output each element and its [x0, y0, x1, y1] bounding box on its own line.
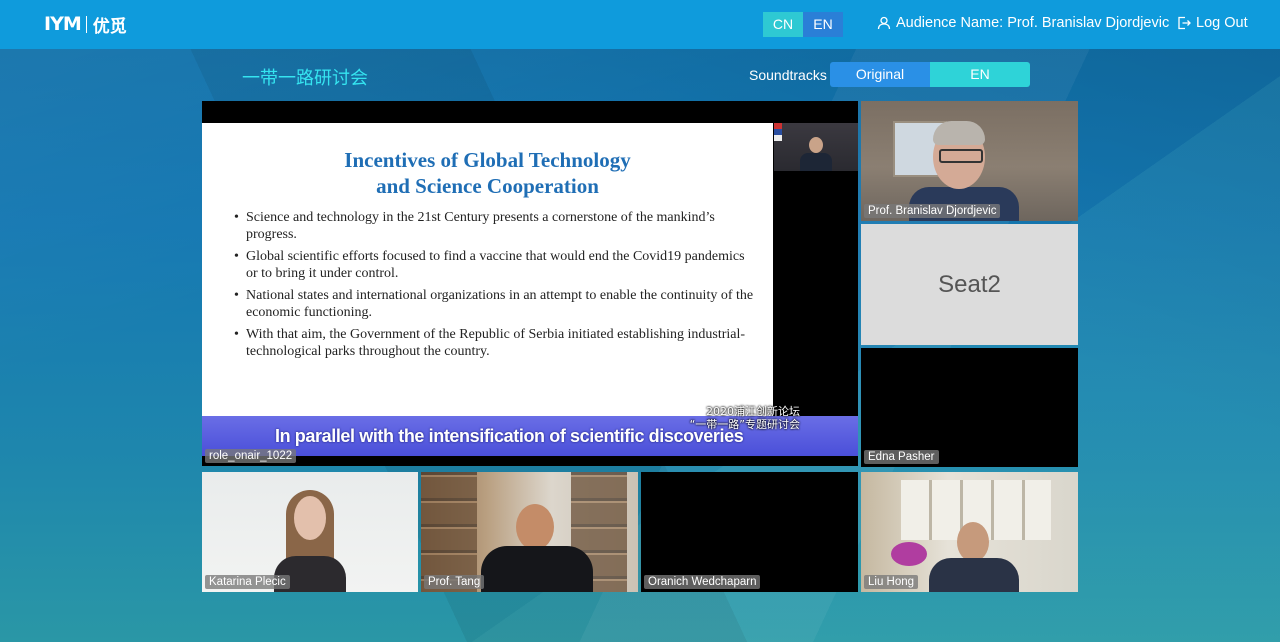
participant-head [516, 504, 554, 550]
soundtracks-label: Soundtracks [749, 67, 827, 83]
video-tile-oranich-wedchaparn[interactable]: Oranich Wedchaparn [641, 472, 858, 592]
app-logo: IYM 优觅 [44, 12, 127, 37]
lang-en-button[interactable]: EN [803, 12, 843, 37]
user-icon [877, 16, 891, 30]
video-tile-prof-tang[interactable]: Prof. Tang [421, 472, 638, 592]
slide-bullet: With that aim, the Government of the Rep… [234, 326, 754, 360]
participant-body [481, 546, 593, 592]
presenter-head [809, 137, 823, 153]
audience-name-label: Audience Name: Prof. Branislav Djordjevi… [896, 15, 1170, 31]
participant-name-tag: Prof. Branislav Djordjevic [864, 204, 1001, 218]
participant-name-tag: Edna Pasher [864, 450, 939, 464]
soundtrack-en-button[interactable]: EN [930, 62, 1030, 87]
video-tile-djordjevic[interactable]: Prof. Branislav Djordjevic [861, 101, 1078, 221]
soundtrack-original-button[interactable]: Original [830, 62, 930, 87]
subtitle-text: In parallel with the intensification of … [275, 426, 744, 446]
participant-name-tag: Katarina Plecic [205, 575, 290, 589]
presentation-slide: Incentives of Global Technology and Scie… [202, 123, 773, 416]
participant-name-tag: Prof. Tang [424, 575, 485, 589]
video-tile-edna-pasher[interactable]: Edna Pasher [861, 348, 1078, 467]
participant-head [294, 496, 326, 540]
participant-name-tag: Liu Hong [864, 575, 919, 589]
video-tile-katarina-plecic[interactable]: Katarina Plecic [202, 472, 418, 592]
participant-name-tag: role_onair_1022 [205, 449, 297, 463]
lang-cn-button[interactable]: CN [763, 12, 803, 37]
room-title: 一带一路研讨会 [242, 68, 368, 89]
logo-text: 优觅 [92, 16, 127, 37]
flag-graphic [774, 123, 782, 141]
slide-bullet: Global scientific efforts focused to fin… [234, 248, 754, 282]
participant-name-tag: Oranich Wedchaparn [644, 575, 761, 589]
participant-body [929, 558, 1019, 592]
participant-head [957, 522, 989, 562]
participant-glasses [939, 149, 983, 163]
language-switch: CN EN [763, 12, 843, 37]
logout-button[interactable]: Log Out [1177, 15, 1248, 31]
presenter-body [800, 153, 832, 171]
background-flowers [891, 542, 927, 566]
slide-title-line2: and Science Cooperation [376, 174, 599, 198]
logout-icon [1178, 16, 1191, 30]
logo-divider [85, 15, 87, 33]
slide-bullet: National states and international organi… [234, 287, 754, 321]
presenter-camera-inset [774, 123, 858, 171]
slide-title: Incentives of Global Technology and Scie… [202, 147, 773, 199]
slide-bullet-list: Science and technology in the 21st Centu… [234, 209, 754, 365]
main-video-tile[interactable]: Incentives of Global Technology and Scie… [202, 101, 858, 466]
slide-bullet: Science and technology in the 21st Centu… [234, 209, 754, 243]
watermark-line2: “一带一路”专题研讨会 [689, 418, 800, 431]
audience-name: Audience Name: Prof. Branislav Djordjevi… [877, 15, 1169, 31]
watermark-line1: 2020浦江创新论坛 [706, 405, 800, 418]
participant-hair [933, 121, 985, 145]
soundtrack-switch: Original EN [830, 62, 1030, 87]
video-tile-liu-hong[interactable]: Liu Hong [861, 472, 1078, 592]
logout-label: Log Out [1196, 15, 1248, 31]
slide-title-line1: Incentives of Global Technology [344, 148, 631, 172]
empty-seat-label: Seat2 [938, 271, 1001, 298]
logo-mark: IYM [44, 13, 82, 35]
bookshelf [421, 472, 477, 592]
event-watermark: 2020浦江创新论坛 “一带一路”专题研讨会 [690, 405, 800, 431]
video-tile-seat2[interactable]: Seat2 [861, 224, 1078, 345]
top-bar: IYM 优觅 CN EN Audience Name: Prof. Branis… [0, 0, 1280, 49]
